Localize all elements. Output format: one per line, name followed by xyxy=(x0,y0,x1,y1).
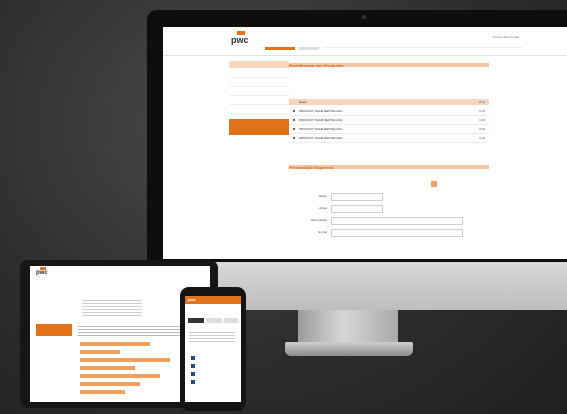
tablet-bar xyxy=(80,366,135,370)
phone-tab-active[interactable] xyxy=(188,318,204,323)
sidebar-item[interactable] xyxy=(229,78,289,87)
form-input[interactable] xyxy=(331,229,463,237)
tablet-bar xyxy=(80,374,160,378)
row-value: 0,00 xyxy=(479,136,485,140)
nav-tab-active[interactable] xyxy=(265,47,295,50)
header-account-link[interactable]: Eerste Hulp Portaal xyxy=(493,35,519,39)
row-value: 0,00 xyxy=(479,127,485,131)
bullet-icon xyxy=(293,119,295,121)
bullet-icon xyxy=(293,110,295,112)
info-icon[interactable] xyxy=(431,181,437,187)
tablet-bar xyxy=(80,390,125,394)
tablet-text-block xyxy=(82,298,142,318)
phone-brand-logo[interactable]: pwc xyxy=(188,297,196,302)
form-title: Persoonlijke Gegevens xyxy=(289,165,334,170)
monitor-base xyxy=(285,342,413,356)
phone-checkbox[interactable] xyxy=(191,356,195,360)
sidebar-item[interactable] xyxy=(229,69,289,78)
tablet-bar xyxy=(80,342,150,346)
site-header: pwc Eerste Hulp Portaal xyxy=(163,27,567,56)
bullet-icon xyxy=(293,137,295,139)
logo-mark-icon xyxy=(237,31,245,35)
tablet-sidebar-cta[interactable] xyxy=(36,324,72,336)
table-header: Naam Prijs xyxy=(289,99,489,105)
phone-checkbox[interactable] xyxy=(191,380,195,384)
field-label: Woonplaats xyxy=(311,218,327,222)
tablet-brand-logo[interactable]: pwc xyxy=(36,267,48,276)
table-row[interactable]: PRODUCT NAAM BESTELLING 0,00 xyxy=(289,107,489,116)
form-input[interactable] xyxy=(331,193,383,201)
table-row[interactable]: PRODUCT NAAM BESTELLING 0,00 xyxy=(289,125,489,134)
desktop-screen: pwc Eerste Hulp Portaal Bestelbewaar van… xyxy=(163,27,567,259)
row-label: PRODUCT NAAM BESTELLING xyxy=(299,109,343,113)
bullet-icon xyxy=(293,128,295,130)
table-row[interactable]: PRODUCT NAAM BESTELLING 0,00 xyxy=(289,134,489,143)
table-head-right: Prijs xyxy=(479,100,485,104)
form-input[interactable] xyxy=(331,205,383,213)
tablet-bar xyxy=(80,382,140,386)
field-label: Adres xyxy=(319,206,327,210)
sidebar xyxy=(229,61,289,153)
row-value: 0,00 xyxy=(479,109,485,113)
table-row[interactable]: PRODUCT NAAM BESTELLING 0,00 xyxy=(289,116,489,125)
camera-icon xyxy=(362,15,366,19)
phone-tab[interactable] xyxy=(224,318,238,323)
row-label: PRODUCT NAAM BESTELLING xyxy=(299,118,343,122)
brand-logo[interactable]: pwc xyxy=(231,31,249,45)
phone-checkbox[interactable] xyxy=(191,364,195,368)
monitor-stand xyxy=(298,310,398,344)
tablet-bar xyxy=(80,350,120,354)
sidebar-item[interactable] xyxy=(229,96,289,105)
row-label: PRODUCT NAAM BESTELLING xyxy=(299,127,343,131)
phone-text-block xyxy=(189,330,235,344)
tablet-bar xyxy=(80,358,170,362)
nav-tab[interactable] xyxy=(299,47,319,50)
form-input[interactable] xyxy=(331,217,463,225)
section-title: Bestelbewaar van Producten xyxy=(289,63,344,68)
sidebar-header xyxy=(229,61,289,68)
field-label: E-mail xyxy=(318,230,327,234)
row-value: 0,00 xyxy=(479,118,485,122)
phone-screen: pwc xyxy=(185,296,241,402)
sidebar-cta-block[interactable] xyxy=(229,119,289,135)
sidebar-item[interactable] xyxy=(229,87,289,96)
table-head-left: Naam xyxy=(299,100,308,104)
logo-mark-icon xyxy=(40,267,46,270)
nav-tab[interactable] xyxy=(323,47,523,48)
phone-tab[interactable] xyxy=(206,318,222,323)
field-label: Naam xyxy=(318,194,327,198)
phone-checkbox[interactable] xyxy=(191,372,195,376)
sidebar-item[interactable] xyxy=(229,105,289,114)
row-label: PRODUCT NAAM BESTELLING xyxy=(299,136,343,140)
